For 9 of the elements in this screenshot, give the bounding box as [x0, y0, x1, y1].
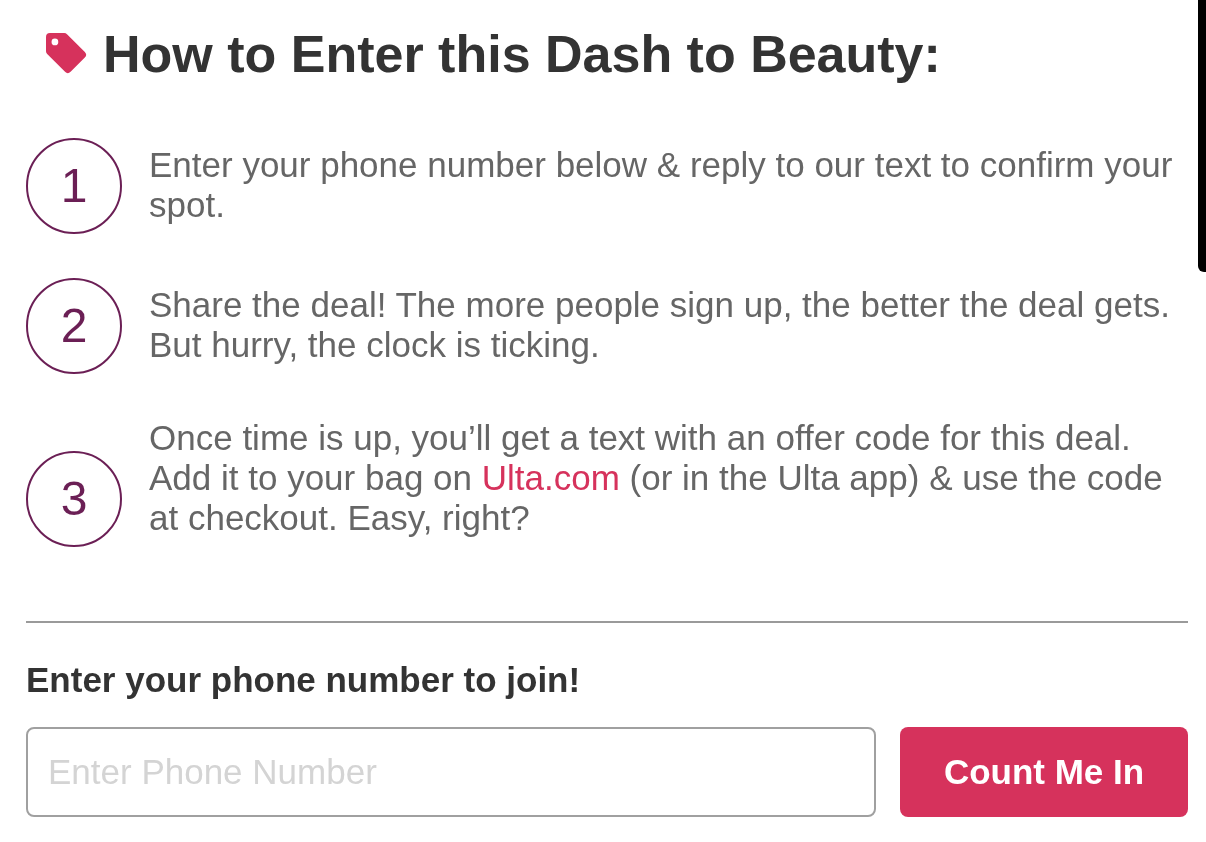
step-text: Share the deal! The more people sign up, the better the deal gets. But hurry, the clock is ticking.: [149, 285, 1171, 365]
ulta-link[interactable]: Ulta.com: [481, 458, 620, 497]
tag-icon: [46, 33, 88, 75]
step-text: Enter your phone number below & reply to our text to confirm your spot.: [149, 145, 1174, 225]
signup-label: Enter your phone number to join!: [26, 660, 582, 700]
step-text: Once time is up, you’ll get a text with an offer code for this deal. Add it to your bag on Ulta.com (or in the Ulta app) & use the code at checkout. Easy, right?: [149, 418, 1164, 538]
count-me-in-button[interactable]: Count Me In: [900, 727, 1188, 817]
section-title: How to Enter this Dash to Beauty:: [103, 24, 941, 84]
scrollbar-thumb[interactable]: [1198, 0, 1206, 272]
